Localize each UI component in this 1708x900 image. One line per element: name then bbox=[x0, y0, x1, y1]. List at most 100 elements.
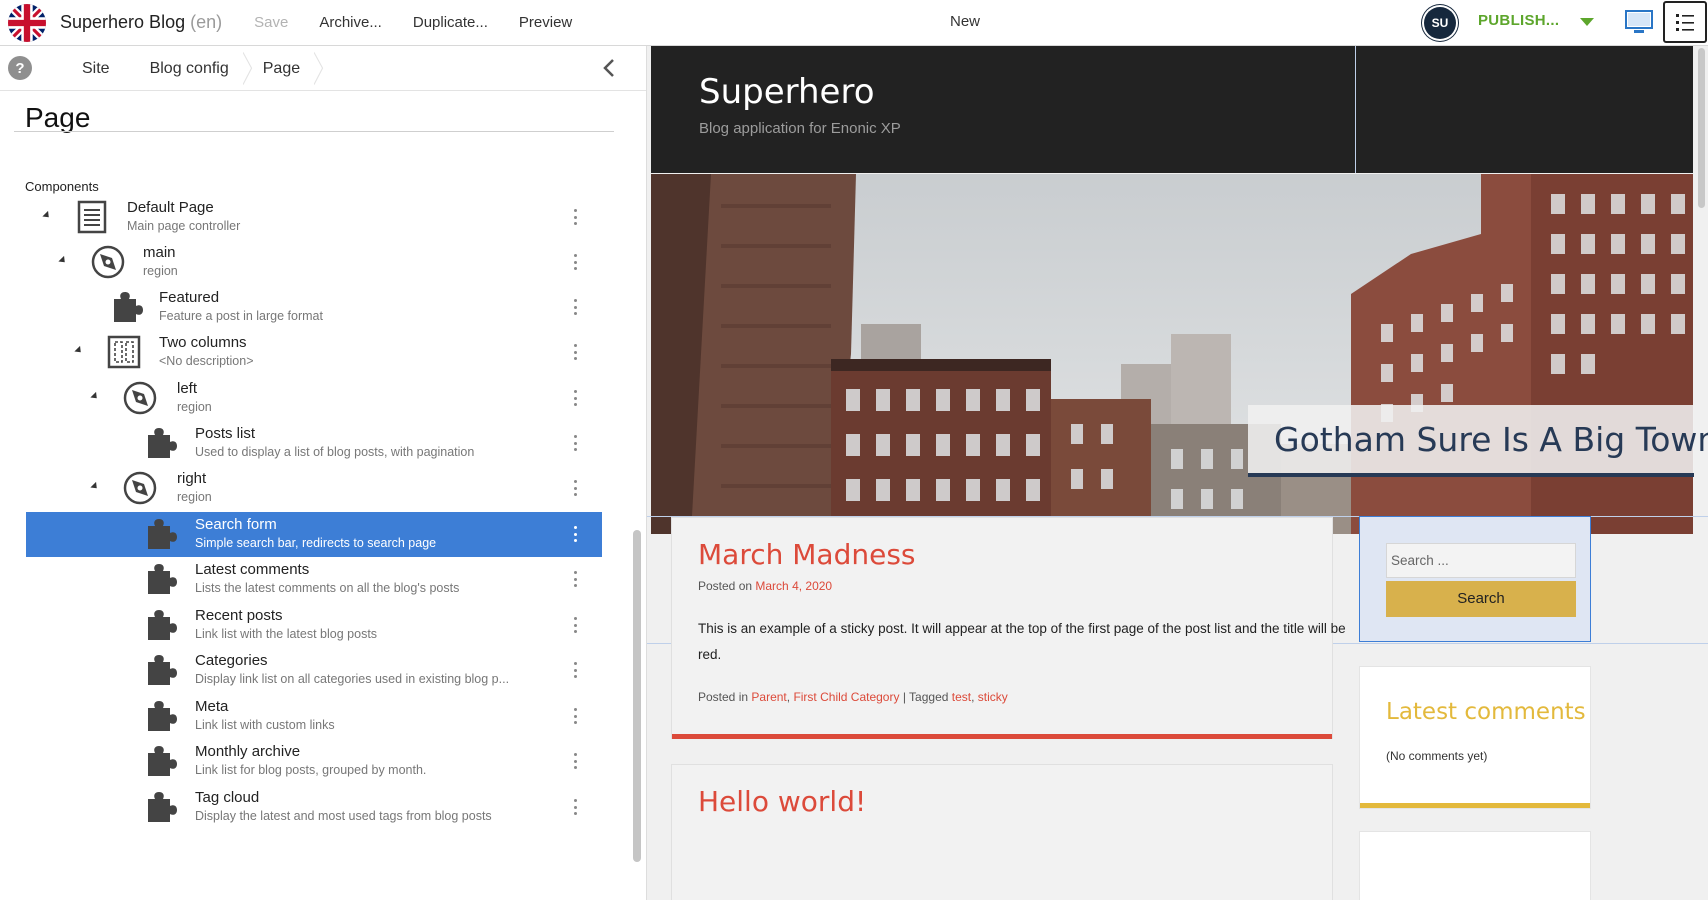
tree-item-meta[interactable]: Meta Link list with custom links bbox=[26, 694, 602, 739]
tree-item-title: Latest comments bbox=[195, 561, 310, 578]
widget-empty-text: (No comments yet) bbox=[1386, 749, 1488, 763]
more-menu-icon[interactable] bbox=[574, 254, 578, 270]
more-menu-icon[interactable] bbox=[574, 799, 578, 815]
save-button[interactable]: Save bbox=[254, 14, 288, 31]
collapse-toggle-icon[interactable] bbox=[42, 210, 52, 221]
post-card[interactable]: March Madness Posted on March 4, 2020 Th… bbox=[671, 517, 1346, 739]
site-title[interactable]: Superhero bbox=[699, 72, 875, 112]
more-menu-icon[interactable] bbox=[574, 480, 578, 496]
divider bbox=[14, 131, 614, 132]
layout-icon bbox=[106, 334, 142, 370]
more-menu-icon[interactable] bbox=[574, 753, 578, 769]
site-header: Superhero Blog application for Enonic XP bbox=[651, 46, 1693, 173]
tree-item-title: Categories bbox=[195, 652, 268, 669]
archive-button[interactable]: Archive... bbox=[319, 14, 382, 31]
publish-button[interactable]: PUBLISH... bbox=[1478, 12, 1559, 29]
publish-dropdown-icon[interactable] bbox=[1580, 18, 1594, 26]
tree-item-monthly-archive[interactable]: Monthly archive Link list for blog posts… bbox=[26, 739, 602, 784]
breadcrumb-separator-icon bbox=[314, 46, 324, 91]
widget-accent-bar bbox=[1360, 803, 1590, 808]
collapse-toggle-icon[interactable] bbox=[74, 345, 84, 356]
more-menu-icon[interactable] bbox=[574, 708, 578, 724]
tree-item-main[interactable]: main region bbox=[26, 240, 602, 285]
content-status-label: New bbox=[950, 13, 981, 30]
components-label: Components bbox=[25, 179, 99, 194]
help-icon[interactable]: ? bbox=[8, 56, 32, 80]
more-menu-icon[interactable] bbox=[574, 662, 578, 678]
tree-item-default-page[interactable]: Default Page Main page controller bbox=[26, 195, 602, 240]
search-button[interactable]: Search bbox=[1386, 581, 1576, 617]
post-excerpt: This is an example of a sticky post. It … bbox=[698, 621, 1346, 662]
collapse-panel-icon[interactable] bbox=[602, 58, 616, 83]
preview-button[interactable]: Preview bbox=[519, 14, 572, 31]
post-taxonomy-line: Posted in Parent, First Child Category |… bbox=[698, 690, 1008, 704]
more-menu-icon[interactable] bbox=[574, 344, 578, 360]
more-menu-icon[interactable] bbox=[574, 526, 578, 542]
region-icon bbox=[90, 244, 126, 280]
hero-caption-title[interactable]: Gotham Sure Is A Big Town bbox=[1274, 420, 1708, 459]
post-title[interactable]: March Madness bbox=[698, 538, 916, 571]
tag-link[interactable]: sticky bbox=[978, 690, 1008, 704]
collapse-toggle-icon[interactable] bbox=[58, 255, 68, 266]
tree-item-categories[interactable]: Categories Display link list on all cate… bbox=[26, 648, 602, 693]
latest-comments-widget: Latest comments (No comments yet) bbox=[1359, 666, 1591, 809]
duplicate-button[interactable]: Duplicate... bbox=[413, 14, 488, 31]
tree-item-search-form[interactable]: Search form Simple search bar, redirects… bbox=[26, 512, 602, 557]
tab-site[interactable]: Site bbox=[82, 46, 110, 91]
tree-item-posts-list[interactable]: Posts list Used to display a list of blo… bbox=[26, 421, 602, 466]
tree-item-title: Two columns bbox=[159, 334, 247, 351]
region-outline bbox=[1355, 46, 1356, 173]
post-card[interactable]: Hello world! bbox=[671, 764, 1333, 900]
tree-item-title: Default Page bbox=[127, 199, 214, 216]
search-input[interactable]: Search ... bbox=[1386, 543, 1576, 578]
part-icon bbox=[142, 561, 178, 597]
tree-item-desc: Simple search bar, redirects to search p… bbox=[195, 536, 437, 550]
tree-item-title: main bbox=[143, 244, 176, 261]
post-date-link[interactable]: March 4, 2020 bbox=[755, 579, 832, 593]
part-icon bbox=[142, 425, 178, 461]
list-icon bbox=[1676, 14, 1694, 31]
more-menu-icon[interactable] bbox=[574, 390, 578, 406]
site-tagline: Blog application for Enonic XP bbox=[699, 120, 901, 137]
more-menu-icon[interactable] bbox=[574, 299, 578, 315]
uk-flag-icon[interactable] bbox=[8, 3, 46, 42]
tag-link[interactable]: test bbox=[952, 690, 971, 704]
desktop-preview-icon[interactable] bbox=[1624, 9, 1654, 40]
tree-item-title: Featured bbox=[159, 289, 220, 306]
tab-blog-config[interactable]: Blog config bbox=[150, 46, 229, 91]
category-link[interactable]: Parent bbox=[751, 690, 786, 704]
tree-item-tag-cloud[interactable]: Tag cloud Display the latest and most us… bbox=[26, 785, 602, 830]
more-menu-icon[interactable] bbox=[574, 571, 578, 587]
user-avatar[interactable]: SU bbox=[1424, 7, 1456, 39]
region-icon bbox=[122, 380, 158, 416]
tree-item-desc: Used to display a list of blog posts, wi… bbox=[195, 445, 475, 459]
category-link[interactable]: First Child Category bbox=[793, 690, 899, 704]
tree-item-right-region[interactable]: right region bbox=[26, 466, 602, 511]
tree-item-featured[interactable]: Featured Feature a post in large format bbox=[26, 285, 602, 330]
tree-item-desc: Link list with custom links bbox=[195, 718, 335, 732]
widget-title: Latest comments bbox=[1386, 699, 1586, 725]
tree-item-desc: Feature a post in large format bbox=[159, 309, 323, 323]
tree-item-desc: region bbox=[143, 264, 178, 278]
panel-scrollbar[interactable] bbox=[633, 530, 641, 862]
featured-hero-image[interactable] bbox=[651, 174, 1693, 534]
tab-page[interactable]: Page bbox=[263, 46, 300, 91]
collapse-toggle-icon[interactable] bbox=[90, 481, 100, 492]
post-title[interactable]: Hello world! bbox=[698, 785, 866, 818]
collapse-toggle-icon[interactable] bbox=[90, 391, 100, 402]
part-icon bbox=[142, 789, 178, 825]
tree-item-recent-posts[interactable]: Recent posts Link list with the latest b… bbox=[26, 603, 602, 648]
more-menu-icon[interactable] bbox=[574, 435, 578, 451]
tree-item-two-columns[interactable]: Two columns <No description> bbox=[26, 330, 602, 375]
search-form-widget[interactable]: Search ... Search bbox=[1359, 516, 1591, 642]
tree-item-left-region[interactable]: left region bbox=[26, 376, 602, 421]
top-toolbar: Superhero Blog (en) Save Archive... Dupl… bbox=[0, 0, 1708, 46]
more-menu-icon[interactable] bbox=[574, 617, 578, 633]
more-menu-icon[interactable] bbox=[574, 209, 578, 225]
toggle-components-button[interactable] bbox=[1663, 1, 1707, 43]
tree-item-latest-comments[interactable]: Latest comments Lists the latest comment… bbox=[26, 557, 602, 602]
preview-scrollbar[interactable] bbox=[1698, 48, 1705, 208]
tree-item-title: Search form bbox=[195, 516, 277, 533]
tree-item-desc: region bbox=[177, 400, 212, 414]
tree-item-desc: Display the latest and most used tags fr… bbox=[195, 809, 492, 823]
